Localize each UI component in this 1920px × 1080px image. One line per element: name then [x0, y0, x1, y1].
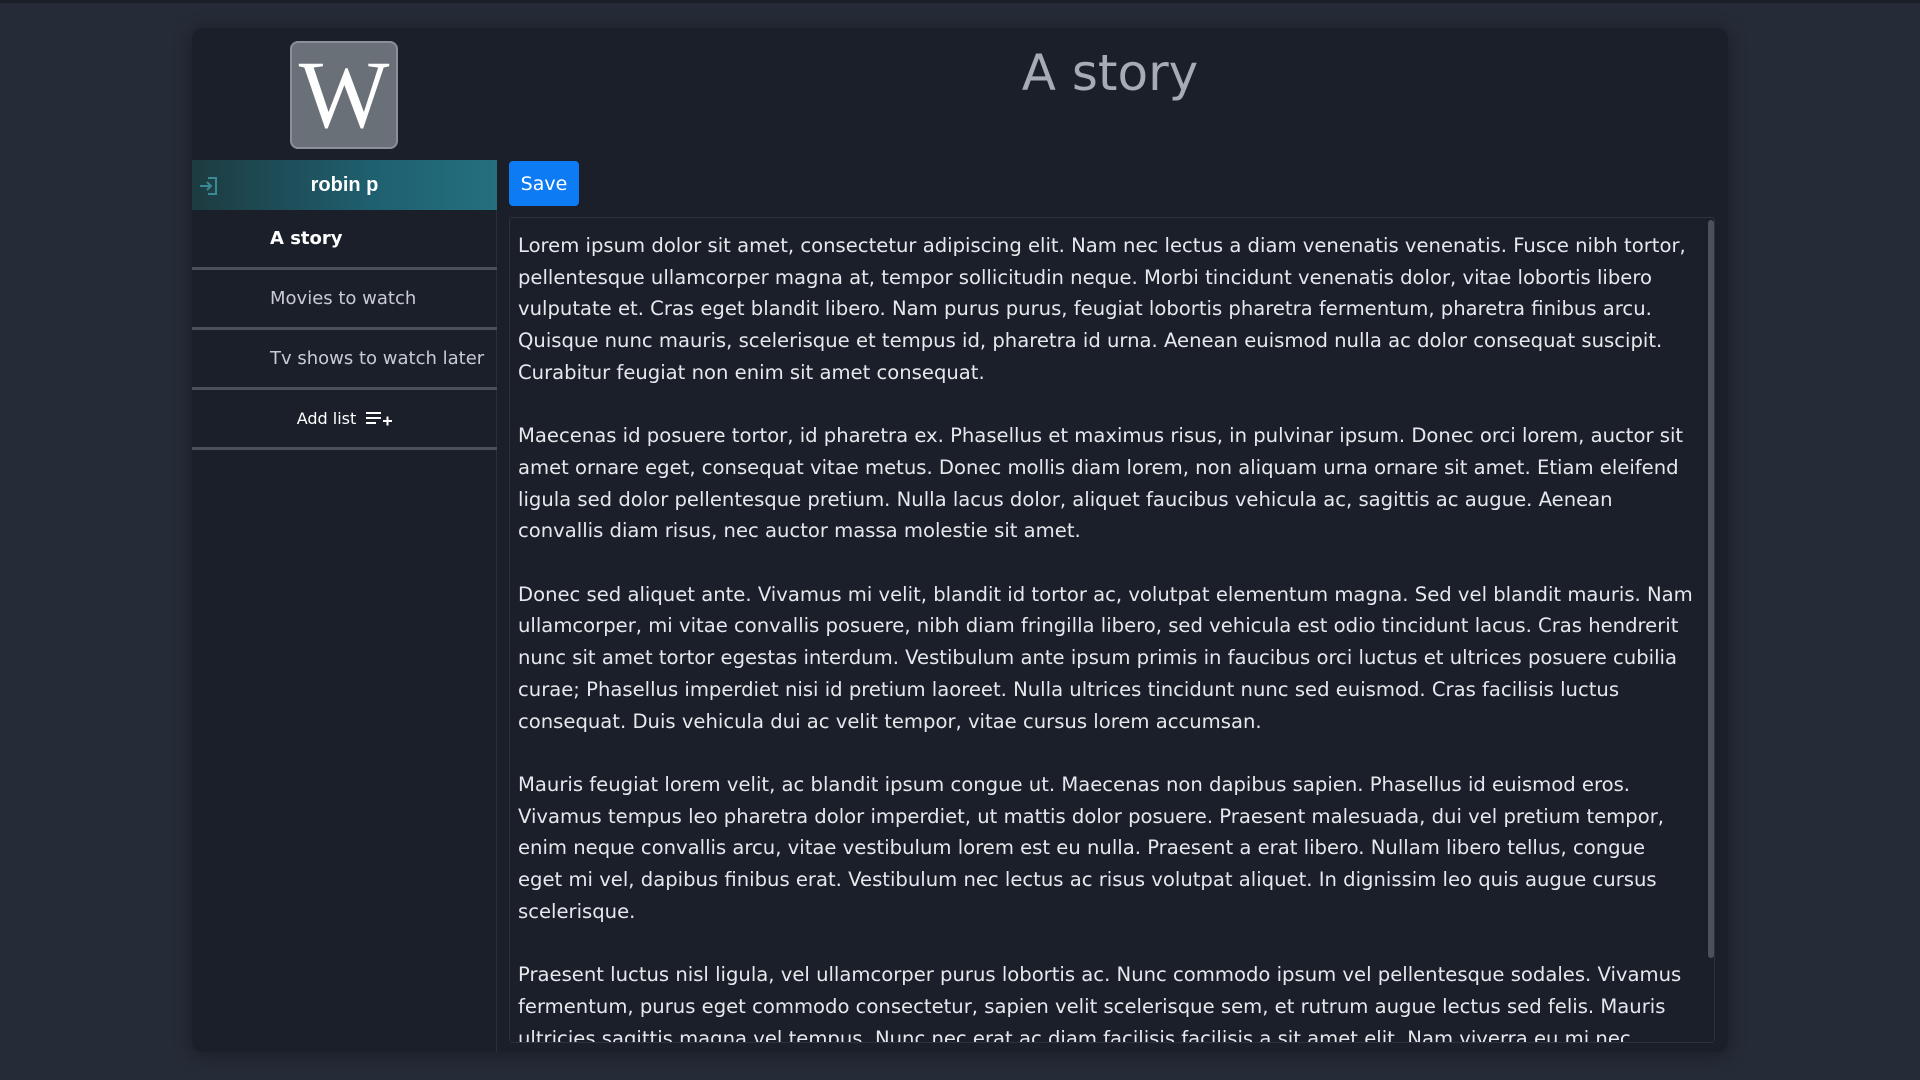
sidebar-item-label: Movies to watch — [270, 288, 417, 309]
logo-letter: W — [290, 41, 398, 149]
window-top-border — [0, 0, 1920, 3]
user-bar: robin p — [192, 160, 497, 210]
add-list-label: Add list — [296, 409, 357, 428]
logout-icon[interactable] — [198, 176, 220, 196]
user-name: robin p — [310, 173, 379, 196]
editor-paragraph: Donec sed aliquet ante. Vivamus mi velit… — [518, 582, 1693, 733]
editor-paragraph: Maecenas id posuere tortor, id pharetra … — [518, 424, 1684, 543]
app-logo[interactable]: W — [290, 41, 398, 149]
sidebar-item-label: A story — [270, 228, 343, 249]
page-title: A story — [1021, 44, 1199, 102]
editor-paragraph: Praesent luctus nisl ligula, vel ullamco… — [518, 963, 1682, 1043]
sidebar-item-movies-to-watch[interactable]: Movies to watch — [192, 270, 497, 330]
sidebar-item-label: Tv shows to watch later — [270, 348, 485, 369]
editor-scrollbar[interactable] — [1708, 220, 1714, 958]
playlist-add-icon — [366, 411, 393, 425]
editor-paragraph: Mauris feugiat lorem velit, ac blandit i… — [518, 772, 1664, 923]
save-button[interactable]: Save — [509, 161, 579, 206]
note-editor[interactable]: Lorem ipsum dolor sit amet, consectetur … — [509, 217, 1715, 1043]
editor-paragraph: Lorem ipsum dolor sit amet, consectetur … — [518, 234, 1686, 384]
sidebar: robin p A story Movies to watch Tv shows… — [192, 160, 497, 1052]
sidebar-item-a-story[interactable]: A story — [192, 210, 497, 270]
sidebar-item-tv-shows[interactable]: Tv shows to watch later — [192, 330, 497, 390]
add-list-button[interactable]: Add list — [192, 390, 497, 450]
